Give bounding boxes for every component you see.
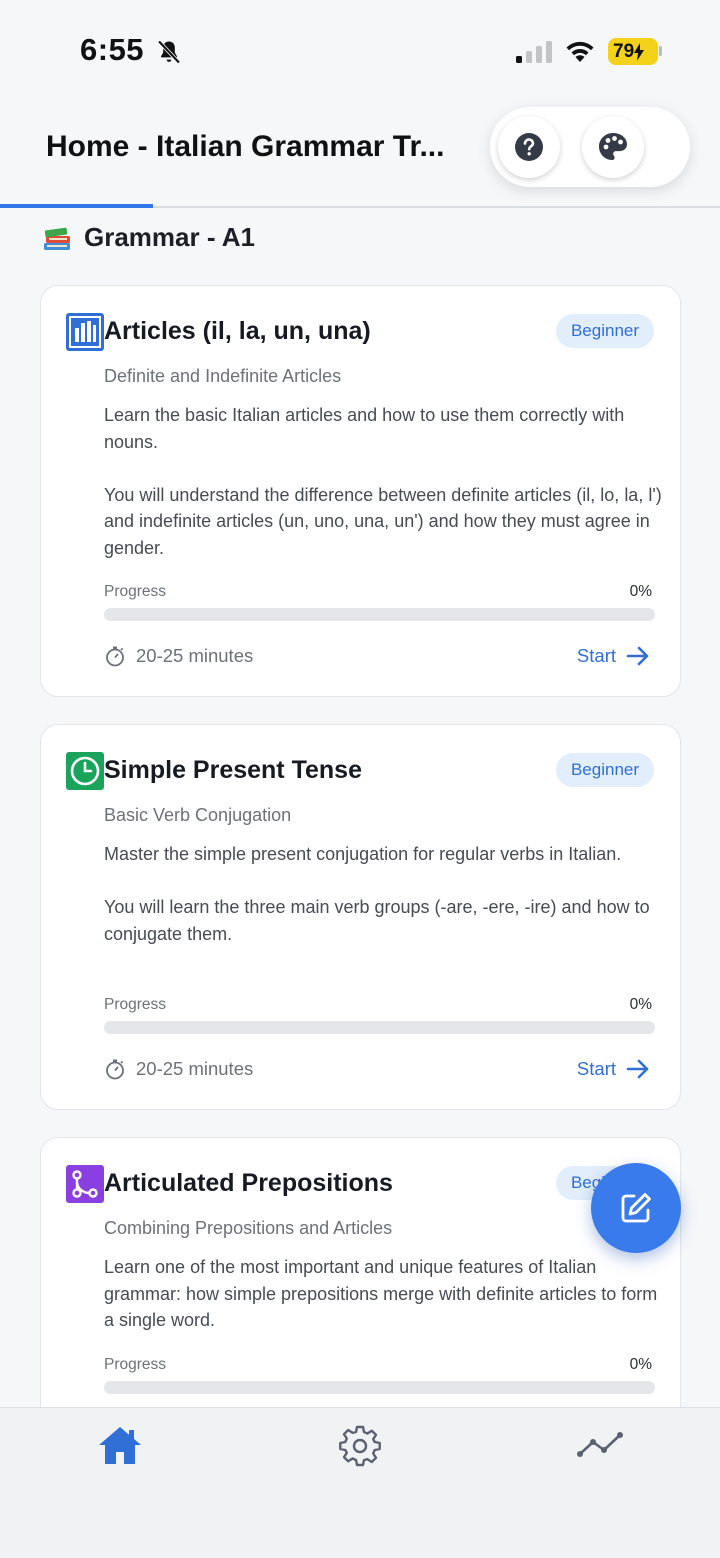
status-bar: 6:55 79 [0, 0, 720, 100]
header-progress-indicator [0, 204, 153, 208]
start-label: Start [576, 1058, 616, 1079]
signal-icon [516, 41, 552, 63]
arrow-right-icon [626, 646, 649, 666]
progress-label: Progress [104, 996, 167, 1013]
section-title: Grammar - A1 [84, 222, 255, 252]
home-icon [99, 1427, 141, 1464]
stopwatch-icon [106, 1059, 124, 1080]
battery-indicator: 79 [608, 38, 662, 65]
bell-muted-icon [157, 40, 181, 64]
level-badge: Beginner [556, 753, 654, 787]
lesson-duration: 20-25 minutes [104, 645, 253, 667]
question-circle-icon [515, 133, 543, 161]
bar-chart-icon [66, 313, 104, 351]
progress-bar [104, 1021, 655, 1034]
progress-value: 0% [629, 1356, 652, 1373]
progress-label: Progress [104, 583, 167, 600]
trend-line-icon [577, 1432, 623, 1457]
page-title: Home - Italian Grammar Tr... [46, 130, 445, 163]
section-heading: Grammar - A1 [42, 222, 255, 253]
edit-note-icon [621, 1193, 651, 1223]
lesson-description-paragraph: Learn one of the most important and uniq… [104, 1257, 658, 1330]
lesson-title: Articulated Prepositions [104, 1169, 393, 1197]
settings-gear-icon [339, 1425, 381, 1467]
lesson-description: Master the simple present conjugation fo… [104, 841, 664, 947]
lesson-description: Learn one of the most important and uniq… [104, 1254, 664, 1334]
nav-home[interactable] [95, 1422, 145, 1468]
lesson-subtitle: Definite and Indefinite Articles [104, 366, 342, 386]
lesson-title: Articles (il, la, un, una) [104, 317, 371, 345]
battery-cap [659, 46, 662, 56]
progress-bar [104, 608, 655, 621]
lesson-description-paragraph: Learn the basic Italian articles and how… [104, 405, 625, 452]
charging-bolt-icon [634, 42, 645, 61]
clock-icon [66, 752, 104, 790]
books-emoji-icon [44, 227, 70, 250]
progress-bar [104, 1381, 655, 1394]
home-screen: 6:55 79 Home - Italian Grammar Tr... Gra… [0, 0, 720, 1558]
header-actions [490, 107, 690, 187]
lesson-subtitle: Basic Verb Conjugation [104, 805, 292, 825]
progress-value: 0% [629, 996, 652, 1013]
lesson-subtitle: Combining Prepositions and Articles [104, 1218, 393, 1238]
progress-label: Progress [104, 1356, 167, 1373]
start-button[interactable]: Start [577, 1058, 650, 1080]
lesson-description: Learn the basic Italian articles and how… [104, 402, 664, 561]
progress-value: 0% [629, 583, 652, 600]
duration-text: 20-25 minutes [136, 645, 254, 666]
level-badge: Beginner [556, 314, 654, 348]
help-button[interactable] [498, 116, 560, 178]
wifi-icon [566, 41, 594, 62]
nav-settings[interactable] [335, 1422, 385, 1468]
lesson-card-present-tense[interactable]: Simple Present Tense Beginner Basic Verb… [40, 724, 681, 1110]
battery-level: 79 [613, 40, 635, 62]
new-note-fab[interactable] [591, 1163, 681, 1253]
stopwatch-icon [106, 646, 124, 667]
app-header: Home - Italian Grammar Tr... [0, 100, 720, 208]
status-time: 6:55 [80, 32, 145, 67]
lesson-duration: 20-25 minutes [104, 1058, 253, 1080]
lesson-description-paragraph: Master the simple present conjugation fo… [104, 844, 622, 864]
lesson-description-paragraph: You will learn the three main verb group… [104, 897, 650, 944]
start-label: Start [576, 645, 616, 666]
bottom-navigation [0, 1407, 720, 1558]
start-button[interactable]: Start [577, 645, 650, 667]
branch-icon [66, 1165, 104, 1203]
lesson-title: Simple Present Tense [104, 756, 362, 784]
lesson-description-paragraph: You will understand the difference betwe… [104, 484, 662, 558]
lesson-card-articles[interactable]: Articles (il, la, un, una) Beginner Defi… [40, 285, 681, 697]
nav-statistics[interactable] [575, 1422, 625, 1468]
arrow-right-icon [626, 1059, 649, 1079]
duration-text: 20-25 minutes [136, 1058, 254, 1079]
theme-button[interactable] [582, 116, 644, 178]
palette-icon [599, 133, 627, 160]
